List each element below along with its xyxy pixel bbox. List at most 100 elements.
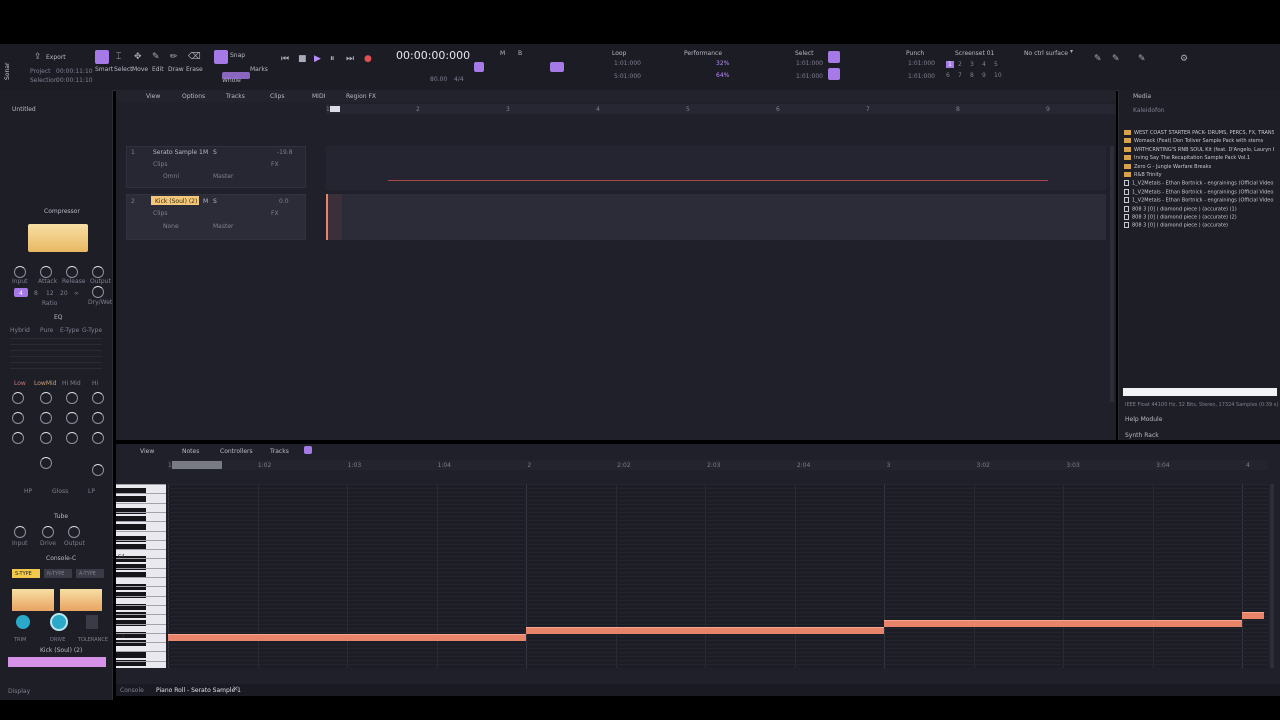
eq-lowmid-q-knob[interactable]: [40, 432, 52, 444]
eq-band-lowmid[interactable]: LowMid: [34, 380, 56, 387]
synth-rack-title[interactable]: Synth Rack: [1125, 432, 1159, 439]
black-key[interactable]: [116, 652, 146, 658]
track-1-volume[interactable]: -19.8: [277, 149, 293, 156]
screenset-6-button[interactable]: 6: [946, 72, 950, 79]
track-vertical-scrollbar[interactable]: [1110, 146, 1114, 402]
track-1-input[interactable]: Omni: [163, 173, 179, 180]
browser-item[interactable]: Irving Say The Recapitation Sample Pack …: [1124, 155, 1274, 163]
screenset-8-button[interactable]: 8: [970, 72, 974, 79]
track-1-fx[interactable]: FX: [271, 161, 279, 168]
loop-end[interactable]: 5:01:000: [614, 73, 641, 80]
track-2-mute[interactable]: M: [203, 198, 208, 205]
automation-line[interactable]: [388, 180, 1048, 181]
screenset-3-button[interactable]: 3: [970, 61, 974, 68]
eq-mode-pure[interactable]: Pure: [40, 327, 53, 334]
ratio-20-label[interactable]: 20: [60, 290, 68, 297]
stop-icon[interactable]: ■: [298, 54, 307, 64]
track-menu-clips[interactable]: Clips: [270, 93, 284, 100]
tube-drive-knob[interactable]: [42, 526, 54, 538]
browser-item[interactable]: 808 3 [0] ( diamond piece ) (accurate) (…: [1124, 214, 1274, 222]
track-menu-regionfx[interactable]: Region FX: [346, 93, 376, 100]
tube-input-knob[interactable]: [14, 526, 26, 538]
track-clip-area[interactable]: [326, 146, 1116, 246]
midi-note[interactable]: [168, 634, 526, 641]
play-icon[interactable]: ▶: [314, 54, 321, 64]
track-menu-options[interactable]: Options: [182, 93, 205, 100]
eq-low-q-knob[interactable]: [12, 432, 24, 444]
screenset-2-button[interactable]: 2: [958, 61, 962, 68]
ratio-8-label[interactable]: 8: [34, 290, 38, 297]
eq-hp-knob[interactable]: [40, 457, 52, 469]
eq-himid-freq-knob[interactable]: [66, 412, 78, 424]
close-icon[interactable]: ×: [232, 684, 239, 693]
view-toggle-icon[interactable]: ⚙: [1180, 54, 1188, 64]
console-tolerance-knob[interactable]: [86, 615, 98, 629]
tab-piano-roll[interactable]: Piano Roll - Serato Sample 1: [156, 687, 241, 694]
compressor-output-knob[interactable]: [92, 266, 104, 278]
kick-clip[interactable]: [326, 194, 342, 240]
ratio-inf-label[interactable]: ∞: [74, 290, 79, 297]
black-key[interactable]: [116, 496, 146, 502]
eq-lowmid-freq-knob[interactable]: [40, 412, 52, 424]
browser-item[interactable]: WEST COAST STARTER PACK- DRUMS, PERCS, F…: [1124, 130, 1274, 138]
eq-hi-gain-knob[interactable]: [92, 392, 104, 404]
pr-menu-tracks[interactable]: Tracks: [270, 448, 289, 455]
pr-vertical-scrollbar[interactable]: [1270, 484, 1274, 668]
control-surface-select[interactable]: No ctrl surface: [1024, 50, 1068, 57]
pen-tool-3-icon[interactable]: ✎: [1138, 54, 1146, 64]
select-mode-button-1[interactable]: [828, 51, 840, 63]
pen-tool-2-icon[interactable]: ✎: [1112, 54, 1120, 64]
console-drive-knob[interactable]: [50, 613, 68, 631]
track-2-lane[interactable]: [326, 194, 1106, 240]
track-2-volume[interactable]: 0.0: [279, 198, 289, 205]
track-1-clips[interactable]: Clips: [153, 161, 167, 168]
tube-output-knob[interactable]: [68, 526, 80, 538]
mode-b-label[interactable]: B: [518, 50, 522, 57]
export-icon[interactable]: ⇪: [34, 52, 42, 62]
compressor-input-knob[interactable]: [14, 266, 26, 278]
eq-himid-q-knob[interactable]: [66, 432, 78, 444]
track-2-solo[interactable]: S: [213, 198, 217, 205]
track-1-lane[interactable]: [326, 146, 1106, 190]
track-kick-soul[interactable]: 2 Kick (Soul) (2) M S 0.0 Clips FX None …: [126, 194, 306, 240]
browser-item[interactable]: 808 3 [0] ( diamond piece ) (accurate) (…: [1124, 205, 1274, 214]
track-2-name[interactable]: Kick (Soul) (2): [155, 198, 197, 205]
screenset-5-button[interactable]: 5: [994, 61, 998, 68]
snap-button[interactable]: [214, 50, 228, 64]
screenset-1-button[interactable]: 1: [946, 61, 954, 68]
select-mode-button-2[interactable]: [828, 68, 840, 80]
browser-item[interactable]: WRTHCRNTING'S RNB SOUL Kit (feat. D'Ange…: [1124, 146, 1274, 155]
black-key[interactable]: [116, 524, 146, 530]
help-module-title[interactable]: Help Module: [1125, 416, 1162, 423]
select-start[interactable]: 1:01:000: [796, 60, 823, 67]
eq-mode-etype[interactable]: E-Type: [60, 327, 79, 334]
timecode-display[interactable]: 00:00:00:000: [396, 49, 470, 62]
select-tool-icon[interactable]: ⌶: [116, 52, 121, 62]
pr-menu-controllers[interactable]: Controllers: [220, 448, 253, 455]
eq-hi-q-knob[interactable]: [92, 432, 104, 444]
screenset-7-button[interactable]: 7: [958, 72, 962, 79]
chevron-down-icon[interactable]: ▾: [1070, 48, 1073, 55]
browser-item[interactable]: 1_V2Metals - Ethan Bortnick - engraining…: [1124, 197, 1274, 205]
note-grid[interactable]: [168, 484, 1268, 668]
select-end[interactable]: 1:01:000: [796, 73, 823, 80]
midi-note[interactable]: [526, 627, 884, 634]
loop-start[interactable]: 1:01:000: [614, 60, 641, 67]
screenset-9-button[interactable]: 9: [982, 72, 986, 79]
browser-item[interactable]: 808 3 [0] ( diamond piece ) (accurate): [1124, 222, 1274, 230]
pen-tool-icon[interactable]: ✎: [1094, 54, 1102, 64]
track-menu-tracks[interactable]: Tracks: [226, 93, 245, 100]
mode-p-button[interactable]: [550, 62, 564, 72]
pr-menu-notes[interactable]: Notes: [182, 448, 199, 455]
console-trim-knob[interactable]: [16, 615, 30, 629]
tab-console[interactable]: Console: [120, 687, 144, 694]
compressor-attack-knob[interactable]: [40, 266, 52, 278]
mode-m-label[interactable]: M: [500, 50, 505, 57]
transport-toggle-button[interactable]: [474, 62, 484, 72]
punch-end[interactable]: 1:01:000: [908, 73, 935, 80]
track-menu-midi[interactable]: MIDI: [312, 93, 325, 100]
track-1-output[interactable]: Master: [213, 173, 234, 180]
eq-low-freq-knob[interactable]: [12, 412, 24, 424]
track-2-input[interactable]: None: [163, 223, 179, 230]
record-icon[interactable]: ●: [364, 54, 372, 64]
